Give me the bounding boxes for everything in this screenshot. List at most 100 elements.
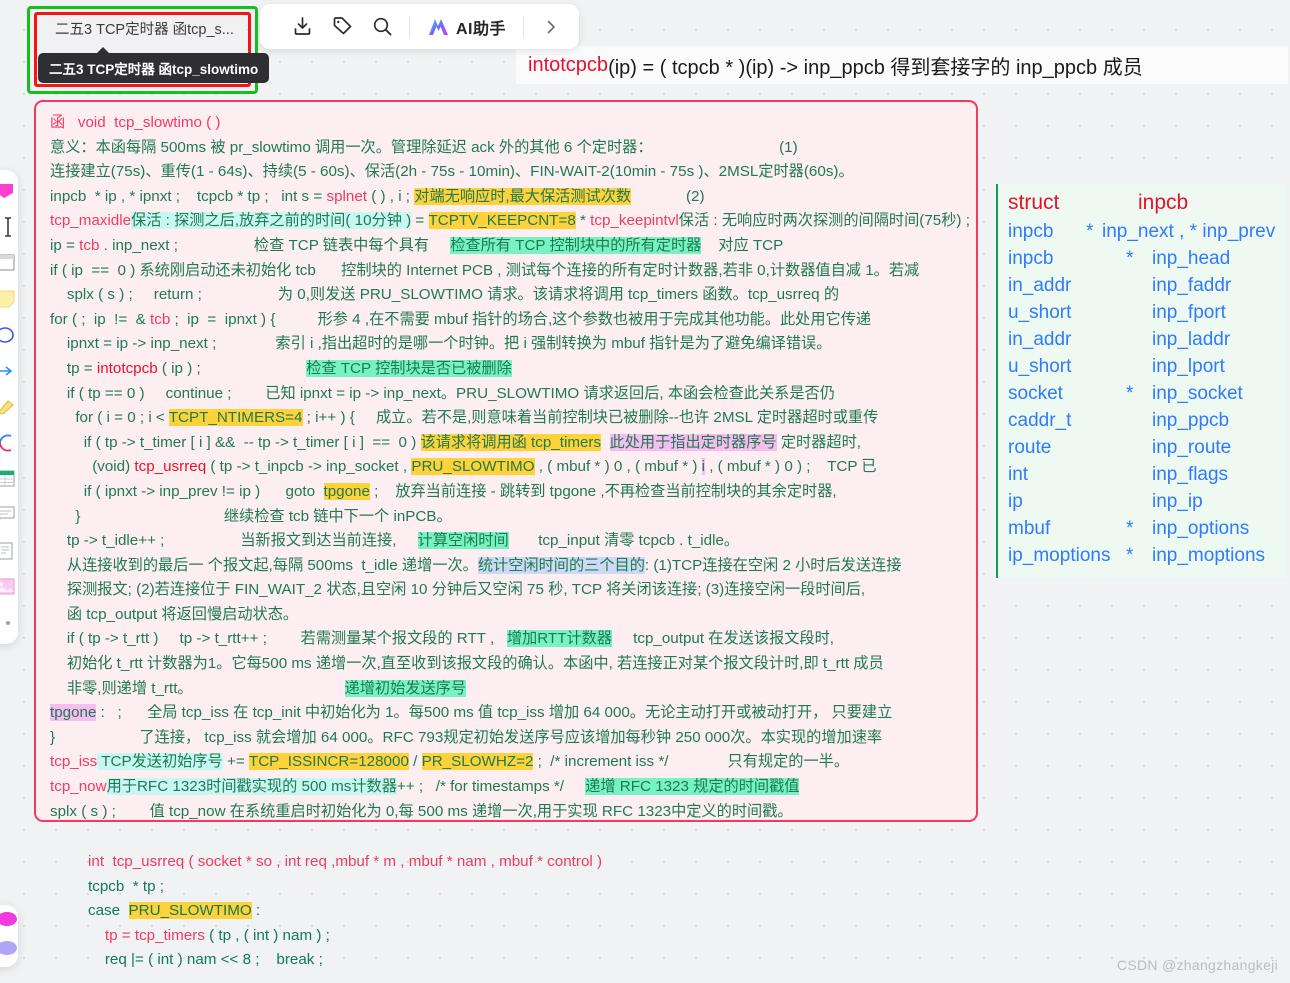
struct-field-type: inpcb <box>1008 248 1054 269</box>
code-token: * <box>575 212 591 230</box>
code-line: tcp_now用于RFC 1323时间戳实现的 500 ms计数器++ ; /*… <box>36 775 976 800</box>
code-token: . inp_next ; 检查 TCP 链表中每个具有 <box>99 236 451 254</box>
struct-field-row: inpcb * inp_next , * inp_prev <box>998 218 1286 245</box>
code-token: ; i++ ) { 成立。若不是,则意味着当前控制块已被删除--也许 2MSL … <box>302 409 879 427</box>
code-line: splx ( s ) ; return ; 为 0,则发送 PRU_SLOWTI… <box>36 283 976 308</box>
magenta-dot-icon[interactable] <box>0 911 18 932</box>
code-token: 对应 TCP <box>701 236 784 254</box>
comment-icon[interactable] <box>0 502 18 528</box>
shape-icon[interactable] <box>0 178 18 204</box>
code-token: 函 <box>50 114 78 131</box>
highlighted-token: tpgone <box>323 482 370 500</box>
code-line: tcp_maxidle保活 : 探测之后,放弃之前的时间( 10分钟 ) = T… <box>36 209 976 234</box>
struct-field-row: in_addr inp_laddr <box>998 326 1286 353</box>
sticky-frame-icon[interactable] <box>0 250 18 276</box>
struct-field-row: ip_moptions * inp_moptions <box>998 542 1286 569</box>
chevron-right-icon[interactable] <box>531 7 571 47</box>
search-icon[interactable] <box>362 7 402 47</box>
document-title-tooltip: 二五3 TCP定时器 函tcp_slowtimo <box>38 47 270 83</box>
struct-pointer-star <box>1126 434 1152 461</box>
banner-function-name: intotcpcb <box>528 53 609 76</box>
struct-field-name: inp_lport <box>1152 356 1225 377</box>
code-token: , ( mbuf * ) 0 , ( mbuf * ) <box>534 458 702 476</box>
code-line: 函 void tcp_slowtimo ( ) <box>36 111 976 136</box>
banner-rest-text: (ip) = ( tcpcb * )(ip) -> inp_ppcb 得到套接字… <box>608 56 1143 79</box>
text-cursor-icon[interactable] <box>0 214 18 240</box>
code-token: tcpcb * tp ; <box>88 877 164 895</box>
struct-field-type: ip <box>1008 491 1023 512</box>
struct-name: inpcb <box>1138 191 1189 214</box>
toolbar-divider <box>409 15 410 38</box>
struct-field-row: in_addr inp_faddr <box>998 272 1286 299</box>
struct-pointer-star <box>1126 353 1152 380</box>
code-token: 意义：本函每隔 500ms 被 pr_slowtimo 调用一次。管理除延迟 a… <box>50 138 653 156</box>
struct-field-name: inp_options <box>1152 518 1250 539</box>
tag-icon[interactable] <box>322 7 362 47</box>
ai-assistant-button[interactable]: AI助手 <box>417 11 516 43</box>
purple-dot-icon[interactable] <box>0 940 18 961</box>
code-token: 探测报文; (2)若连接位于 FIN_WAIT_2 状态,且空闲 10 分钟后又… <box>50 581 866 599</box>
struct-field-row: int inp_flags <box>998 461 1286 488</box>
code-token: 初始化 t_rtt 计数器为1。它每500 ms 递增一次,直至收到该报文段的确… <box>50 655 884 673</box>
highlighted-token: 计算空闲时间 <box>417 532 509 550</box>
code-token: tcp_timers <box>134 926 205 944</box>
code-token: intotcpcb <box>96 359 158 377</box>
code-token: tcb <box>79 236 100 254</box>
pen-icon[interactable] <box>0 394 18 420</box>
bottom-code-line: tcpcb * tp ; <box>88 875 708 900</box>
struct-field-name: inp_ip <box>1152 491 1203 512</box>
code-line: ip = tcb . inp_next ; 检查 TCP 链表中每个具有 检查所… <box>36 234 976 259</box>
struct-field-row: socket * inp_socket <box>998 380 1286 407</box>
struct-field-list: inpcb * inp_next , * inp_prev inpcb * inp_hea… <box>998 218 1286 569</box>
note-icon[interactable] <box>0 286 18 312</box>
code-line: 意义：本函每隔 500ms 被 pr_slowtimo 调用一次。管理除延迟 a… <box>36 136 976 161</box>
table-icon[interactable] <box>0 466 18 492</box>
code-token: 定时器超时, <box>776 433 861 451</box>
code-token: tp = <box>50 359 97 377</box>
arrow-icon[interactable] <box>0 358 18 384</box>
code-line: splx ( s ) ; 值 tcp_now 在系统重启时初始化为 0,每 50… <box>36 800 976 825</box>
code-token: splx ( s ) ; return ; 为 0,则发送 PRU_SLOWTI… <box>50 286 840 304</box>
left-tool-rail[interactable] <box>0 170 18 644</box>
struct-field-type: socket <box>1008 383 1063 404</box>
struct-header: struct inpcb <box>998 188 1286 218</box>
highlighted-token: 检查所有 TCP 控制块中的所有定时器 <box>450 236 702 254</box>
download-icon[interactable] <box>282 7 322 47</box>
code-line: 从连接收到的最后一 个报文起,每隔 500ms t_idle 递增一次。统计空闲… <box>36 554 976 579</box>
code-line: if ( tp -> t_timer [ i ] && -- tp -> t_t… <box>36 431 976 456</box>
image-icon[interactable] <box>0 574 18 600</box>
code-token: } 继续检查 tcb 链中下一个 inPCB。 <box>50 507 452 525</box>
struct-field-name: inp_ppcb <box>1152 410 1230 431</box>
code-token: int tcp_usrreq ( socket * so , int req ,… <box>88 853 603 870</box>
highlighted-token: 此处用于指出定时器序号 <box>609 433 777 451</box>
highlighted-token: 该请求将调用函 tcp_timers <box>420 433 602 451</box>
circle-shape-icon[interactable] <box>0 322 18 348</box>
curve-icon[interactable] <box>0 430 18 456</box>
code-token: tcb <box>150 310 171 328</box>
highlighted-token: 检查 TCP 控制块是否已被删除 <box>306 359 512 377</box>
code-token: tp = <box>88 926 135 944</box>
struct-field-row: caddr_t inp_ppcb <box>998 407 1286 434</box>
code-token: ( ) , i ; <box>367 187 415 205</box>
code-token: tcp_output 在发送该报文段时, <box>612 630 835 648</box>
highlighted-token: 对端无响应时,最大保活测试次数 <box>414 187 632 205</box>
struct-field-name: inp_socket <box>1152 383 1243 404</box>
left-rail-bottom-group[interactable] <box>0 905 18 967</box>
highlighted-token: TCP发送初始序号 <box>97 753 223 771</box>
code-line: tcp_iss TCP发送初始序号 += TCP_ISSINCR=128000 … <box>36 750 976 775</box>
code-token: ; <box>961 212 970 230</box>
code-token: for ( ; ip != & <box>50 310 151 328</box>
struct-field-type: u_short <box>1008 356 1072 377</box>
more-dot-icon[interactable] <box>0 610 18 636</box>
struct-field-name: inp_flags <box>1152 464 1229 485</box>
watermark: CSDN @zhangzhangkeji <box>1116 957 1278 973</box>
code-token: if ( tp == 0 ) continue ; 已知 ipnxt = ip … <box>50 384 835 402</box>
code-token: : <box>251 902 261 920</box>
list-icon[interactable] <box>0 538 18 564</box>
struct-pointer-star <box>1126 272 1152 299</box>
highlighted-token: TCP_ISSINCR=128000 <box>248 753 409 771</box>
code-token: ( ip ) ; <box>157 359 307 377</box>
document-title-chip[interactable]: 二五3 TCP定时器 函tcp_s... <box>46 16 243 41</box>
code-token: tcp_input 清零 tcpcb . t_idle。 <box>508 532 740 550</box>
struct-field-row: mbuf * inp_options <box>998 515 1286 542</box>
